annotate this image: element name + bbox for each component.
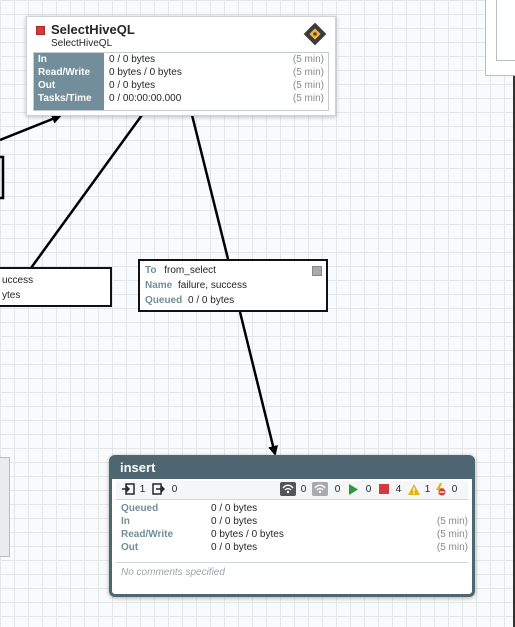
stat-value-in: 0 / 0 bytes bbox=[211, 516, 258, 527]
stat-period: (5 min) bbox=[292, 54, 324, 65]
processor-stats-values: 0 / 0 bytes 0 bytes / 0 bytes 0 / 0 byte… bbox=[109, 53, 182, 105]
stat-label-in: In bbox=[121, 516, 130, 527]
stat-label-queued: Queued bbox=[121, 503, 159, 514]
connection-queued-label: Queued bbox=[145, 295, 183, 306]
connection-name-label: Name bbox=[145, 280, 173, 291]
process-group-header: insert bbox=[112, 458, 472, 479]
process-group-stats: Queued In Read/Write Out 0 / 0 bytes 0 /… bbox=[116, 502, 468, 558]
running-icon bbox=[349, 483, 358, 495]
connection-to-label: To bbox=[145, 265, 157, 276]
stat-period: (5 min) bbox=[292, 67, 324, 78]
stat-label-read-write: Read/Write bbox=[121, 529, 174, 540]
left-connection-line[interactable] bbox=[29, 114, 144, 269]
stat-period: (5 min) bbox=[292, 80, 324, 91]
processor-name: SelectHiveQL bbox=[51, 22, 135, 37]
transmitting-icon bbox=[280, 482, 296, 497]
offscreen-component-right[interactable] bbox=[485, 0, 515, 76]
stat-value-read-write: 0 bytes / 0 bytes bbox=[109, 67, 182, 78]
stat-value-out: 0 / 0 bytes bbox=[109, 80, 156, 91]
processor-stats-labels: In Read/Write Out Tasks/Time bbox=[34, 53, 104, 110]
stat-period: (5 min) bbox=[436, 529, 468, 540]
disabled-count: 0 bbox=[433, 481, 457, 499]
process-group-status-bar: 1 0 0 0 0 4 1 0 bbox=[116, 481, 468, 500]
process-group-insert[interactable]: insert 1 0 0 0 0 4 1 0 Queued In Read/Wr… bbox=[109, 455, 475, 597]
processor-bundle-icon bbox=[303, 23, 327, 45]
processor-stats-table: In Read/Write Out Tasks/Time 0 / 0 bytes… bbox=[33, 52, 329, 111]
input-ports-count: 1 bbox=[122, 481, 145, 499]
warning-icon bbox=[408, 483, 420, 495]
input-port-icon bbox=[122, 483, 135, 496]
process-group-stats-values: 0 / 0 bytes 0 / 0 bytes 0 bytes / 0 byte… bbox=[211, 502, 284, 554]
stat-value-out: 0 / 0 bytes bbox=[211, 542, 258, 553]
connection-queued-partial: ytes bbox=[2, 290, 21, 301]
comments-text: No comments specified bbox=[121, 567, 225, 578]
not-transmitting-count: 0 bbox=[312, 481, 340, 499]
process-group-stats-periods: (5 min) (5 min) (5 min) bbox=[437, 502, 468, 554]
stopped-icon bbox=[379, 484, 389, 495]
main-connection-line-top[interactable] bbox=[190, 114, 230, 260]
process-group-stats-labels: Queued In Read/Write Out bbox=[121, 502, 173, 554]
stat-label-tasks-time: Tasks/Time bbox=[38, 93, 92, 104]
stat-period: (5 min) bbox=[436, 516, 468, 527]
connection-label-left[interactable]: uccess ytes bbox=[0, 267, 112, 307]
processor-stats-periods: (5 min) (5 min) (5 min) (5 min) bbox=[293, 53, 324, 105]
stat-label-in: In bbox=[38, 54, 47, 65]
stat-value-tasks-time: 0 / 00:00:00.000 bbox=[109, 93, 182, 104]
stat-value-queued: 0 / 0 bytes bbox=[211, 503, 258, 514]
stopped-count: 4 bbox=[379, 481, 401, 499]
stat-value-in: 0 / 0 bytes bbox=[109, 54, 156, 65]
disabled-icon bbox=[436, 482, 446, 496]
processor-selecthiveql[interactable]: SelectHiveQL SelectHiveQL In Read/Write … bbox=[26, 16, 336, 116]
output-port-icon bbox=[152, 483, 165, 496]
processor-type: SelectHiveQL bbox=[51, 38, 113, 49]
connection-name-partial: uccess bbox=[2, 275, 34, 286]
connection-to-value: from_select bbox=[164, 265, 216, 276]
transmitting-count: 0 bbox=[280, 481, 306, 499]
process-group-comments: No comments specified bbox=[116, 562, 468, 589]
stat-period: (5 min) bbox=[292, 93, 324, 104]
invalid-count: 1 bbox=[408, 481, 430, 499]
connection-label-from-select[interactable]: To from_select Name failure, success Que… bbox=[138, 259, 328, 312]
stat-period: (5 min) bbox=[436, 542, 468, 553]
stopped-state-icon bbox=[36, 26, 45, 35]
process-group-name: insert bbox=[120, 460, 156, 475]
output-ports-count: 0 bbox=[152, 481, 177, 499]
main-connection-line-bottom[interactable] bbox=[238, 311, 278, 456]
running-count: 0 bbox=[348, 481, 371, 499]
stat-label-out: Out bbox=[38, 80, 56, 91]
not-transmitting-icon bbox=[312, 482, 328, 497]
offscreen-component-left[interactable] bbox=[0, 457, 10, 557]
stat-label-out: Out bbox=[121, 542, 139, 553]
stopped-square-icon bbox=[312, 266, 322, 276]
stat-value-read-write: 0 bytes / 0 bytes bbox=[211, 529, 284, 540]
connection-queued-value: 0 / 0 bytes bbox=[188, 295, 235, 306]
stat-period bbox=[437, 502, 468, 515]
connection-name-value: failure, success bbox=[178, 280, 247, 291]
incoming-connection-line[interactable] bbox=[0, 114, 62, 142]
stat-label-read-write: Read/Write bbox=[38, 67, 91, 78]
